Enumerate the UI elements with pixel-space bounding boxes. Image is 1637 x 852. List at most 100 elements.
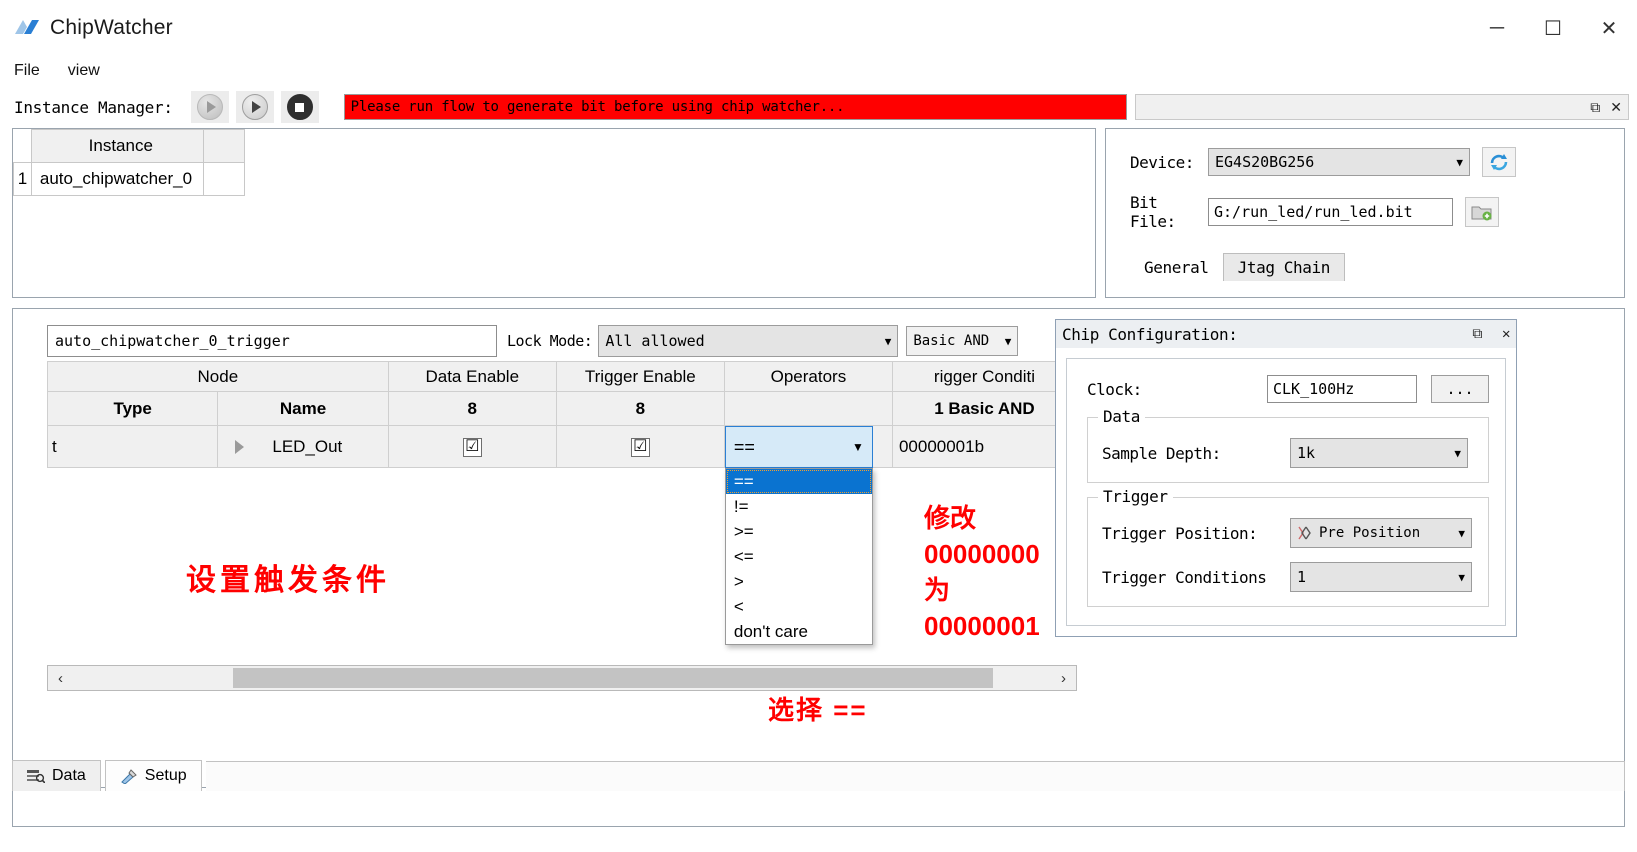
trigger-group-label: Trigger (1098, 487, 1173, 506)
tab-data-label: Data (52, 767, 86, 784)
table-row[interactable]: 1 auto_chipwatcher_0 (13, 162, 246, 196)
toolbar-dock-strip: ⧉ ✕ (1134, 94, 1629, 120)
tab-jtag-chain[interactable]: Jtag Chain (1222, 253, 1345, 281)
trigger-position-select[interactable]: Pre Position ▼ (1290, 518, 1472, 548)
operator-cell[interactable]: == ▼ == != >= <= > < don't care (723, 425, 893, 645)
device-select[interactable]: EG4S20BG256 ▼ (1208, 148, 1470, 176)
annotation-modify-value: 修改 00000000 为 00000001 (924, 503, 1040, 641)
bitfile-label: Bit File: (1130, 193, 1176, 231)
data-group-label: Data (1098, 407, 1145, 426)
clock-browse-button[interactable]: ... (1431, 375, 1489, 403)
column-header-name: Name (217, 391, 389, 426)
device-value: EG4S20BG256 (1215, 153, 1315, 171)
bottom-tab-bar: Data Setup (12, 760, 1625, 792)
basic-and-select[interactable]: Basic AND ▼ (906, 326, 1019, 356)
chevron-down-icon: ▼ (884, 334, 892, 348)
run-button[interactable] (190, 91, 229, 123)
chevron-down-icon: ▼ (1458, 570, 1465, 584)
trigger-conditions-label: Trigger Conditions (1102, 567, 1267, 587)
data-enable-checkbox[interactable]: ☑ (462, 437, 482, 457)
lock-mode-value: All allowed (605, 332, 705, 350)
clock-label: Clock: (1087, 379, 1142, 399)
tab-setup[interactable]: Setup (104, 760, 202, 792)
menu-item-file[interactable]: File (12, 60, 52, 82)
tab-data[interactable]: Data (12, 760, 101, 792)
trigger-toolbar: auto_chipwatcher_0_trigger Lock Mode: Al… (47, 325, 1077, 357)
group-header-trigger-enable: Trigger Enable (555, 361, 725, 392)
tab-setup-label: Setup (144, 767, 187, 784)
refresh-device-button[interactable] (1482, 147, 1516, 177)
instance-panel: Instance 1 auto_chipwatcher_0 (12, 128, 1096, 298)
chevron-down-icon: ▼ (1458, 526, 1465, 540)
instance-table: Instance 1 auto_chipwatcher_0 (13, 129, 246, 196)
dock-restore-icon[interactable]: ⧉ (1472, 327, 1482, 341)
operator-option-neq[interactable]: != (726, 494, 872, 519)
scrollbar-thumb[interactable] (233, 668, 993, 688)
data-enable-cell[interactable]: ☑ (387, 425, 557, 468)
trigger-name-input[interactable]: auto_chipwatcher_0_trigger (47, 325, 497, 357)
operator-option-gt[interactable]: > (726, 569, 872, 594)
minimize-button[interactable]: ─ (1469, 0, 1525, 56)
data-group: Data Sample Depth: 1k ▼ (1087, 407, 1489, 483)
scroll-left-arrow-icon[interactable]: ‹ (48, 666, 73, 690)
browse-bitfile-button[interactable] (1465, 197, 1499, 227)
clock-row: Clock: CLK_100Hz ... (1087, 375, 1489, 403)
scroll-right-arrow-icon[interactable]: › (1051, 666, 1076, 690)
stop-circle-icon (286, 94, 313, 120)
operator-select[interactable]: == ▼ (724, 426, 873, 468)
dock-close-icon[interactable]: ✕ (1502, 327, 1510, 341)
sample-depth-select[interactable]: 1k ▼ (1290, 438, 1468, 468)
sample-depth-row: Sample Depth: 1k ▼ (1102, 438, 1476, 468)
sample-depth-value: 1k (1297, 444, 1316, 462)
operator-option-gte[interactable]: >= (726, 519, 872, 544)
expand-arrow-icon[interactable] (235, 439, 245, 454)
column-header-operator (723, 391, 893, 426)
scrollbar-track[interactable] (73, 666, 1051, 690)
trigger-group: Trigger Trigger Position: Pre Position ▼ (1087, 487, 1489, 607)
device-tabs: General Jtag Chain (1130, 253, 1624, 281)
bitfile-input[interactable]: G:/run_led/run_led.bit (1208, 198, 1453, 226)
column-header-data-width: 8 (387, 391, 557, 426)
bitfile-row: Bit File: G:/run_led/run_led.bit (1130, 193, 1624, 231)
device-row: Device: EG4S20BG256 ▼ (1130, 147, 1624, 177)
operator-dropdown-list[interactable]: == != >= <= > < don't care (724, 468, 873, 645)
operator-option-dontcare[interactable]: don't care (726, 619, 872, 644)
device-label: Device: (1130, 152, 1194, 172)
tab-general[interactable]: General (1130, 254, 1223, 281)
trigger-enable-checkbox[interactable]: ☑ (630, 437, 650, 457)
menu-item-view[interactable]: view (66, 60, 112, 82)
stop-button[interactable] (280, 91, 319, 123)
table-row[interactable]: t LED_Out ☑ ☑ == ▼ == != >= <= > < don't… (46, 425, 1078, 645)
table-header-row: Instance (13, 129, 246, 163)
column-header-row: Type Name 8 8 1 Basic AND (46, 391, 1078, 426)
lock-mode-select[interactable]: All allowed ▼ (598, 325, 899, 357)
status-banner: Please run flow to generate bit before u… (343, 94, 1127, 120)
operator-option-lte[interactable]: <= (726, 544, 872, 569)
instance-name-cell[interactable]: auto_chipwatcher_0 (30, 162, 204, 196)
dock-close-icon[interactable]: ✕ (1610, 100, 1622, 114)
dock-restore-icon[interactable]: ⧉ (1590, 100, 1600, 114)
instance-name-header: Instance (30, 129, 204, 163)
group-header-operators: Operators (723, 361, 893, 392)
group-header-trigger-conditions: rigger Conditi (891, 361, 1078, 392)
trigger-condition-cell[interactable]: 00000001b (891, 425, 1078, 468)
row-name-cell[interactable]: LED_Out (217, 425, 389, 468)
trigger-enable-cell[interactable]: ☑ (555, 425, 725, 468)
title-bar: ChipWatcher ─ ☐ ✕ (0, 0, 1637, 56)
operator-option-lt[interactable]: < (726, 594, 872, 619)
row-number: 1 (13, 162, 32, 196)
open-folder-icon (1471, 206, 1492, 220)
refresh-icon (1490, 154, 1508, 171)
instance-rownum-header (13, 129, 32, 163)
window-controls: ─ ☐ ✕ (1469, 0, 1637, 56)
horizontal-scrollbar[interactable]: ‹ › (47, 665, 1077, 691)
step-button[interactable] (235, 91, 274, 123)
maximize-button[interactable]: ☐ (1525, 0, 1581, 56)
operator-option-eq[interactable]: == (725, 469, 872, 494)
instance-manager-toolbar: Instance Manager: Please run flow to gen… (0, 86, 1637, 128)
clock-input[interactable]: CLK_100Hz (1267, 375, 1417, 403)
close-button[interactable]: ✕ (1581, 0, 1637, 56)
instance-manager-label: Instance Manager: (14, 97, 173, 117)
trigger-conditions-select[interactable]: 1 ▼ (1290, 562, 1472, 592)
group-header-row: Node Data Enable Trigger Enable Operator… (47, 361, 1078, 392)
